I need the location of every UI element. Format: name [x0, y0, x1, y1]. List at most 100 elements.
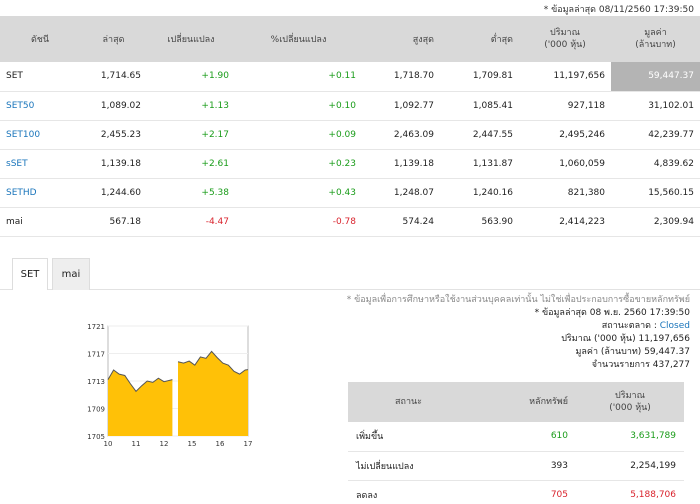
col-securities: หลักทรัพย์ — [469, 382, 576, 422]
breadth-table-header: สถานะ หลักทรัพย์ ปริมาณ ('000 หุ้น) — [348, 382, 684, 422]
col-volume-line1: ปริมาณ — [550, 28, 580, 38]
index-volume: 2,495,246 — [519, 120, 611, 150]
index-value: 4,839.62 — [611, 149, 700, 179]
disclaimer-note: * ข้อมูลเพื่อการศึกษาหรือใช้งานส่วนบุคคล… — [346, 295, 690, 305]
table-row: ไม่เปลี่ยนแปลง 393 2,254,199 — [348, 451, 684, 481]
chart-y-tick-label: 1717 — [87, 351, 105, 359]
chart-y-tick-label: 1705 — [87, 433, 105, 441]
index-volume: 821,380 — [519, 178, 611, 208]
chart-y-tick-label: 1709 — [87, 406, 105, 414]
trades-label: จำนวนรายการ — [591, 360, 650, 370]
index-pct: -0.78 — [235, 207, 362, 237]
index-change: +5.38 — [147, 178, 235, 208]
index-low: 1,709.81 — [440, 62, 519, 92]
index-value: 2,309.94 — [611, 207, 700, 237]
volume-value: 11,197,656 — [638, 334, 690, 344]
index-pct: +0.10 — [235, 91, 362, 121]
tab-set[interactable]: SET — [12, 258, 48, 290]
market-info: * ข้อมูลเพื่อการศึกษาหรือใช้งานส่วนบุคคล… — [347, 294, 690, 372]
index-value: 59,447.37 — [611, 62, 700, 92]
index-volume: 11,197,656 — [519, 62, 611, 92]
index-symbol-link[interactable]: SETHD — [0, 178, 80, 208]
index-pct: +0.43 — [235, 178, 362, 208]
info-updated: * ข้อมูลล่าสุด 08 พ.ย. 2560 17:39:50 — [534, 308, 690, 318]
index-symbol-link[interactable]: SET50 — [0, 91, 80, 121]
index-volume: 2,414,223 — [519, 207, 611, 237]
table-row: mai 567.18 -4.47 -0.78 574.24 563.90 2,4… — [0, 207, 700, 237]
index-last: 2,455.23 — [80, 120, 147, 150]
index-high: 1,092.77 — [362, 91, 440, 121]
index-volume: 1,060,059 — [519, 149, 611, 179]
col-value[interactable]: มูลค่า (ล้านบาท) — [611, 16, 700, 62]
col-breadth-volume-line1: ปริมาณ — [615, 391, 645, 401]
chart-x-tick-label: 16 — [216, 440, 225, 448]
col-value-line2: (ล้านบาท) — [635, 40, 676, 50]
col-last[interactable]: ล่าสุด — [80, 16, 147, 62]
chart-x-tick-label: 15 — [188, 440, 197, 448]
index-last: 567.18 — [80, 207, 147, 237]
index-volume: 927,118 — [519, 91, 611, 121]
col-pct-change[interactable]: %เปลี่ยนแปลง — [235, 16, 362, 62]
chart-y-tick-label: 1713 — [87, 378, 105, 386]
col-high[interactable]: สูงสุด — [362, 16, 440, 62]
intraday-chart: 1721 1717 1713 1709 170510 11 12 15 16 17 — [87, 323, 252, 448]
col-volume[interactable]: ปริมาณ ('000 หุ้น) — [519, 16, 611, 62]
col-symbol[interactable]: ดัชนี — [0, 16, 80, 62]
index-symbol: mai — [0, 207, 80, 237]
table-row: SET 1,714.65 +1.90 +0.11 1,718.70 1,709.… — [0, 62, 700, 92]
index-change: +1.90 — [147, 62, 235, 92]
index-symbol-link[interactable]: SET100 — [0, 120, 80, 150]
breadth-volume: 2,254,199 — [576, 451, 684, 481]
index-pct: +0.09 — [235, 120, 362, 150]
value-row: มูลค่า (ล้านบาท) 59,447.37 — [347, 346, 690, 359]
table-row: SETHD 1,244.60 +5.38 +0.43 1,248.07 1,24… — [0, 178, 700, 208]
index-symbol-link[interactable]: sSET — [0, 149, 80, 179]
index-high: 1,139.18 — [362, 149, 440, 179]
col-status: สถานะ — [348, 382, 469, 422]
index-pct: +0.23 — [235, 149, 362, 179]
breadth-label: ลดลง — [348, 480, 469, 504]
chart-x-tick-label: 17 — [244, 440, 252, 448]
col-low[interactable]: ต่ำสุด — [440, 16, 519, 62]
breadth-label: ไม่เปลี่ยนแปลง — [348, 451, 469, 481]
index-value: 15,560.15 — [611, 178, 700, 208]
index-value: 31,102.01 — [611, 91, 700, 121]
breadth-volume: 3,631,789 — [576, 422, 684, 452]
last-update-timestamp: * ข้อมูลล่าสุด 08/11/2560 17:39:50 — [543, 5, 694, 15]
index-low: 563.90 — [440, 207, 519, 237]
index-change: +2.61 — [147, 149, 235, 179]
index-symbol: SET — [0, 62, 80, 92]
index-change: +2.17 — [147, 120, 235, 150]
market-status-value: Closed — [659, 321, 690, 331]
table-row: เพิ่มขึ้น 610 3,631,789 — [348, 422, 684, 452]
index-last: 1,244.60 — [80, 178, 147, 208]
tab-divider — [0, 289, 700, 290]
index-change: -4.47 — [147, 207, 235, 237]
index-low: 1,085.41 — [440, 91, 519, 121]
value-label: มูลค่า (ล้านบาท) — [575, 347, 642, 357]
col-volume-line2: ('000 หุ้น) — [544, 40, 586, 50]
col-change[interactable]: เปลี่ยนแปลง — [147, 16, 235, 62]
table-row: ลดลง 705 5,188,706 — [348, 480, 684, 504]
market-breadth-table: สถานะ หลักทรัพย์ ปริมาณ ('000 หุ้น) เพิ่ม… — [348, 382, 684, 504]
index-pct: +0.11 — [235, 62, 362, 92]
value-value: 59,447.37 — [644, 347, 690, 357]
chart-x-tick-label: 11 — [132, 440, 141, 448]
volume-row: ปริมาณ ('000 หุ้น) 11,197,656 — [347, 333, 690, 346]
market-status-row: สถานะตลาด : Closed — [347, 320, 690, 333]
trades-row: จำนวนรายการ 437,277 — [347, 359, 690, 372]
index-high: 1,248.07 — [362, 178, 440, 208]
index-value: 42,239.77 — [611, 120, 700, 150]
chart-y-tick-label: 1721 — [87, 323, 105, 331]
table-row: sSET 1,139.18 +2.61 +0.23 1,139.18 1,131… — [0, 149, 700, 179]
col-breadth-volume: ปริมาณ ('000 หุ้น) — [576, 382, 684, 422]
breadth-count: 610 — [469, 422, 576, 452]
index-last: 1,714.65 — [80, 62, 147, 92]
index-high: 1,718.70 — [362, 62, 440, 92]
breadth-label: เพิ่มขึ้น — [348, 422, 469, 452]
chart-x-tick-label: 12 — [160, 440, 169, 448]
index-low: 1,240.16 — [440, 178, 519, 208]
tab-mai[interactable]: mai — [52, 258, 90, 290]
col-breadth-volume-line2: ('000 หุ้น) — [609, 403, 651, 413]
index-high: 2,463.09 — [362, 120, 440, 150]
